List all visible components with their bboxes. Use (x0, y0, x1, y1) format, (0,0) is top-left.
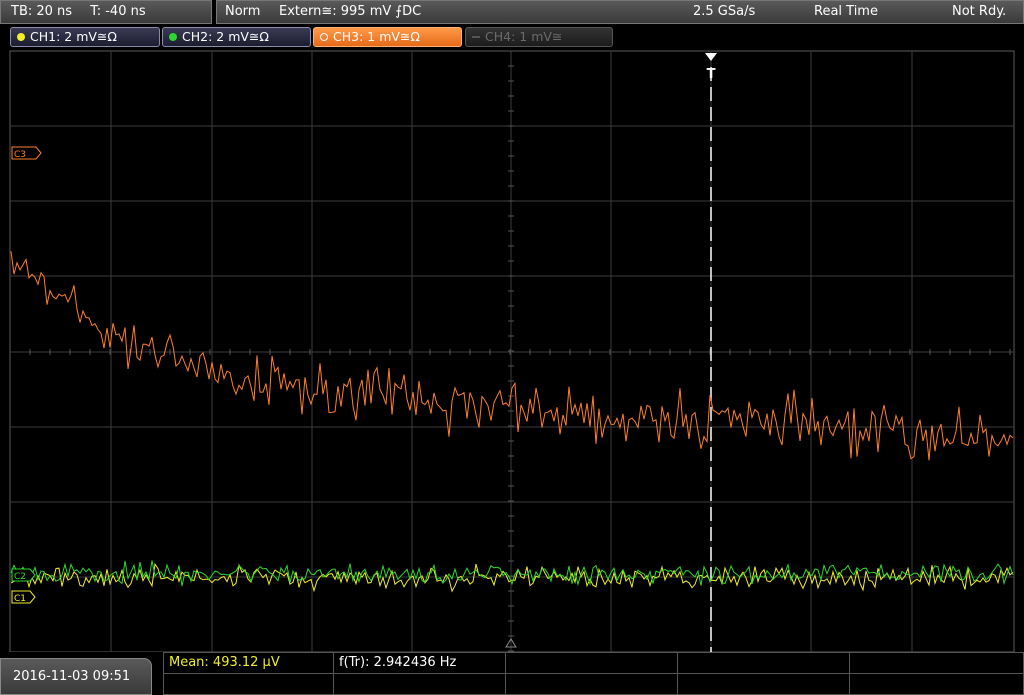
channel-3-label: CH3: 1 mV≅Ω (333, 29, 420, 44)
channel-2-indicator-icon (169, 33, 177, 41)
acquisition-mode: Real Time (814, 4, 878, 19)
channel-2-marker-label: C2 (14, 572, 26, 582)
measurement-grid (163, 652, 1024, 695)
channel-4-indicator-icon (472, 36, 480, 38)
timebase-label: TB: 20 ns (11, 4, 73, 19)
channel-3-marker-label: C3 (14, 150, 26, 160)
channel-1-marker-label: C1 (14, 594, 26, 604)
channel-2-label: CH2: 2 mV≅Ω (182, 29, 269, 44)
trigger-mode: Norm (225, 4, 261, 19)
channel-3-indicator-icon (320, 33, 328, 41)
channel-4-button[interactable]: CH4: 1 mV≅ (465, 27, 613, 47)
measurement-panel[interactable]: Mean: 493.12 µV f(Tr): 2.942436 Hz (163, 652, 1024, 695)
trigger-source: Extern≅: 995 mV ⨍DC (279, 4, 422, 19)
channel-3-button[interactable]: CH3: 1 mV≅Ω (313, 27, 462, 47)
sample-rate: 2.5 GSa/s (693, 4, 756, 19)
run-status: Not Rdy. (952, 4, 1007, 19)
mean-measurement: Mean: 493.12 µV (169, 655, 280, 670)
trigger-label: T (707, 67, 716, 82)
channel-4-label: CH4: 1 mV≅ (485, 29, 563, 44)
channel-1-button[interactable]: CH1: 2 mV≅Ω (10, 27, 160, 47)
frequency-measurement: f(Tr): 2.942436 Hz (339, 655, 457, 670)
channel-2-button[interactable]: CH2: 2 mV≅Ω (162, 27, 311, 47)
acquisition-box[interactable]: Norm Extern≅: 995 mV ⨍DC 2.5 GSa/s Real … (216, 0, 1024, 24)
top-status-bar: TB: 20 ns T: -40 ns Norm Extern≅: 995 mV… (0, 0, 1024, 26)
channel-3-offset-marker[interactable]: C3 (11, 146, 42, 160)
trigger-offset-label: T: -40 ns (90, 4, 146, 19)
datetime-box[interactable]: 2016-11-03 09:51 (0, 658, 152, 695)
channel-1-label: CH1: 2 mV≅Ω (30, 29, 117, 44)
waveform-display[interactable]: T C3 C2 C1 (0, 49, 1024, 652)
timebase-box[interactable]: TB: 20 ns T: -40 ns (0, 0, 212, 24)
datetime-label: 2016-11-03 09:51 (13, 669, 131, 684)
bottom-bar: 2016-11-03 09:51 Mean: 493.12 µV f(Tr): … (0, 652, 1024, 695)
channel-1-indicator-icon (17, 33, 25, 41)
channel-bar: CH1: 2 mV≅Ω CH2: 2 mV≅Ω CH3: 1 mV≅Ω CH4:… (0, 27, 1024, 49)
